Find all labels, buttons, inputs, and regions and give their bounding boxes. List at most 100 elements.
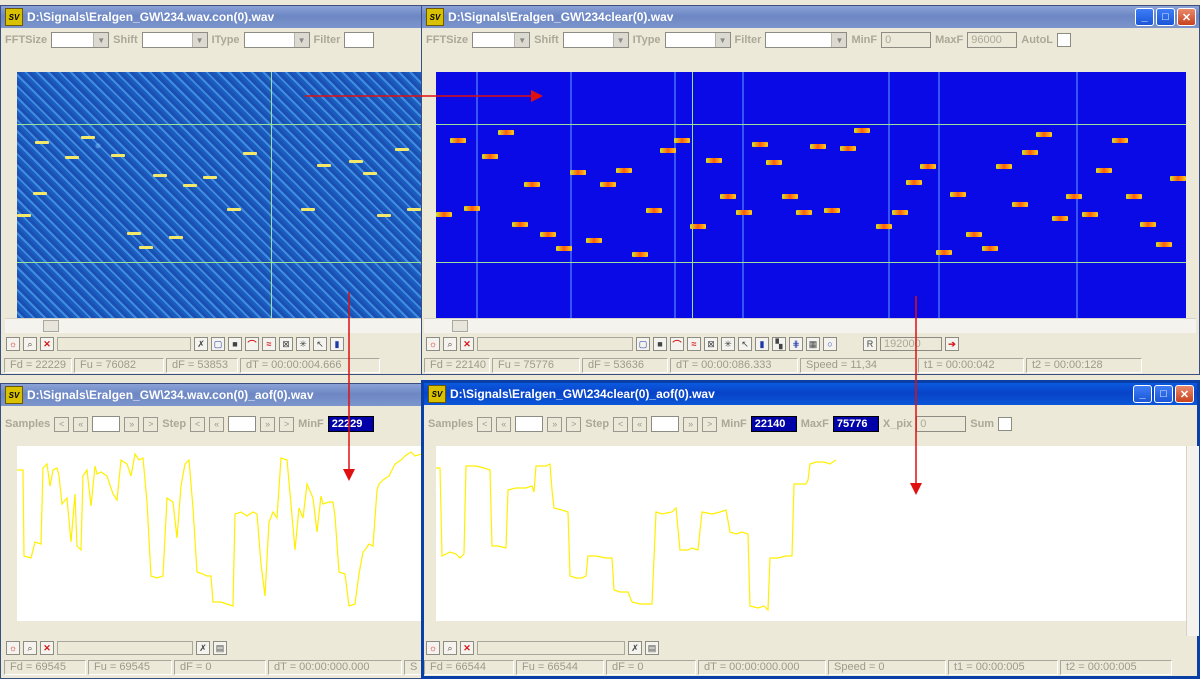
scrollbar-thumb[interactable] bbox=[452, 320, 468, 332]
spectrogram-noisy[interactable] bbox=[17, 72, 422, 318]
itype-select[interactable]: ▼ bbox=[664, 32, 731, 48]
position-field[interactable] bbox=[57, 641, 193, 655]
marker-icon[interactable]: ✳ bbox=[721, 337, 735, 351]
fast-back-icon[interactable]: « bbox=[496, 416, 512, 432]
cursor-line-top[interactable] bbox=[436, 124, 1186, 125]
frame-icon[interactable]: ▢ bbox=[636, 337, 650, 351]
trace-plot-clean[interactable] bbox=[436, 446, 1186, 621]
scale-icon[interactable]: ⊠ bbox=[279, 337, 293, 351]
cursor-line-bottom[interactable] bbox=[17, 262, 422, 263]
cursor-icon[interactable]: ✗ bbox=[196, 641, 210, 655]
position-field[interactable] bbox=[477, 641, 625, 655]
settings-icon[interactable]: ☼ bbox=[6, 337, 20, 351]
marker-icon[interactable]: ✳ bbox=[296, 337, 310, 351]
zoom-icon[interactable]: ⌕ bbox=[443, 641, 457, 655]
minf-field[interactable]: 22229 bbox=[327, 416, 374, 432]
cursor-line-vertical[interactable] bbox=[271, 72, 272, 318]
fast-forward-icon[interactable]: » bbox=[260, 416, 276, 432]
scrollbar-thumb[interactable] bbox=[43, 320, 59, 332]
fast-forward-icon[interactable]: » bbox=[547, 416, 563, 432]
settings-icon[interactable]: ☼ bbox=[6, 641, 20, 655]
minimize-icon[interactable]: _ bbox=[1135, 8, 1154, 26]
save-icon[interactable]: ▤ bbox=[213, 641, 227, 655]
step-forward-icon[interactable]: > bbox=[143, 416, 159, 432]
zoom-icon[interactable]: ⌕ bbox=[23, 641, 37, 655]
bars-icon[interactable]: ▮ bbox=[755, 337, 769, 351]
maxf-field[interactable]: 75776 bbox=[832, 416, 879, 432]
cursor-line-vertical[interactable] bbox=[692, 72, 693, 318]
zoom-icon[interactable]: ⌕ bbox=[443, 337, 457, 351]
table-icon[interactable]: ▦ bbox=[806, 337, 820, 351]
fast-back-icon[interactable]: « bbox=[73, 416, 89, 432]
horizontal-scrollbar[interactable] bbox=[424, 318, 1196, 333]
window-title-bar[interactable]: SV D:\Signals\Eralgen_GW\234clear(0).wav… bbox=[422, 6, 1199, 28]
filter-select[interactable]: ▼ bbox=[765, 32, 848, 48]
trace-plot-noisy[interactable] bbox=[17, 446, 422, 621]
close-icon[interactable]: ✕ bbox=[1177, 8, 1196, 26]
shift-select[interactable]: ▼ bbox=[562, 32, 629, 48]
average-icon[interactable]: ≈ bbox=[687, 337, 701, 351]
window-title-bar[interactable]: SV D:\Signals\Eralgen_GW\234clear(0)_aof… bbox=[424, 383, 1197, 405]
vertical-scrollbar[interactable] bbox=[1186, 446, 1199, 636]
average-icon[interactable]: ≈ bbox=[262, 337, 276, 351]
samples-field[interactable] bbox=[92, 416, 121, 432]
spectrogram-clean[interactable] bbox=[436, 72, 1186, 318]
xpix-field[interactable]: 0 bbox=[916, 416, 967, 432]
fill-icon[interactable]: ■ bbox=[228, 337, 242, 351]
filter-select[interactable] bbox=[344, 32, 375, 48]
clear-icon[interactable]: ✕ bbox=[40, 641, 54, 655]
settings-icon[interactable]: ☼ bbox=[426, 641, 440, 655]
step-field[interactable] bbox=[651, 416, 680, 432]
shift-select[interactable]: ▼ bbox=[141, 32, 208, 48]
peak-icon[interactable]: ⌒ bbox=[245, 337, 259, 351]
maxf-field[interactable]: 96000 bbox=[967, 32, 1018, 48]
close-icon[interactable]: ✕ bbox=[1175, 385, 1194, 403]
window-title-bar[interactable]: SV D:\Signals\Eralgen_GW\234.wav.con(0)_… bbox=[1, 384, 423, 406]
step-forward-icon[interactable]: > bbox=[566, 416, 582, 432]
step-forward-icon[interactable]: > bbox=[702, 416, 718, 432]
step-back-icon[interactable]: < bbox=[54, 416, 70, 432]
fast-forward-icon[interactable]: » bbox=[124, 416, 140, 432]
pointer-icon[interactable]: ↖ bbox=[738, 337, 752, 351]
fill-icon[interactable]: ■ bbox=[653, 337, 667, 351]
clear-icon[interactable]: ✕ bbox=[40, 337, 54, 351]
window-title-bar[interactable]: SV D:\Signals\Eralgen_GW\234.wav.con(0).… bbox=[1, 6, 423, 28]
settings-icon[interactable]: ☼ bbox=[426, 337, 440, 351]
step-back-icon[interactable]: < bbox=[477, 416, 493, 432]
horizontal-scrollbar[interactable] bbox=[5, 318, 422, 333]
samples-field[interactable] bbox=[515, 416, 544, 432]
step-forward-icon[interactable]: > bbox=[279, 416, 295, 432]
clear-icon[interactable]: ✕ bbox=[460, 641, 474, 655]
frame-icon[interactable]: ▢ bbox=[211, 337, 225, 351]
cursor-line-bottom[interactable] bbox=[436, 262, 1186, 263]
bars-icon[interactable]: ▮ bbox=[330, 337, 344, 351]
maximize-icon[interactable]: □ bbox=[1156, 8, 1175, 26]
maximize-icon[interactable]: □ bbox=[1154, 385, 1173, 403]
save-icon[interactable]: ▤ bbox=[645, 641, 659, 655]
scale-icon[interactable]: ⊠ bbox=[704, 337, 718, 351]
peak-icon[interactable]: ⌒ bbox=[670, 337, 684, 351]
cursor-icon[interactable]: ✗ bbox=[628, 641, 642, 655]
position-field[interactable] bbox=[57, 337, 191, 351]
zoom-icon[interactable]: ⌕ bbox=[23, 337, 37, 351]
circle-icon[interactable]: ○ bbox=[823, 337, 837, 351]
chart-icon[interactable]: ▚ bbox=[772, 337, 786, 351]
autol-checkbox[interactable] bbox=[1057, 33, 1072, 47]
clear-icon[interactable]: ✕ bbox=[460, 337, 474, 351]
fast-back-icon[interactable]: « bbox=[632, 416, 648, 432]
step-field[interactable] bbox=[228, 416, 257, 432]
cursor-icon[interactable]: ✗ bbox=[194, 337, 208, 351]
minimize-icon[interactable]: _ bbox=[1133, 385, 1152, 403]
step-back-icon[interactable]: < bbox=[613, 416, 629, 432]
fast-back-icon[interactable]: « bbox=[209, 416, 225, 432]
pointer-icon[interactable]: ↖ bbox=[313, 337, 327, 351]
rate-icon[interactable]: R bbox=[863, 337, 877, 351]
fftsize-select[interactable]: ▼ bbox=[51, 32, 110, 48]
sum-checkbox[interactable] bbox=[998, 417, 1013, 431]
fftsize-select[interactable]: ▼ bbox=[472, 32, 531, 48]
position-field[interactable] bbox=[477, 337, 633, 351]
itype-select[interactable]: ▼ bbox=[243, 32, 310, 48]
rate-field[interactable]: 192000 bbox=[880, 337, 942, 351]
minf-field[interactable]: 22140 bbox=[750, 416, 797, 432]
minf-field[interactable]: 0 bbox=[881, 32, 932, 48]
